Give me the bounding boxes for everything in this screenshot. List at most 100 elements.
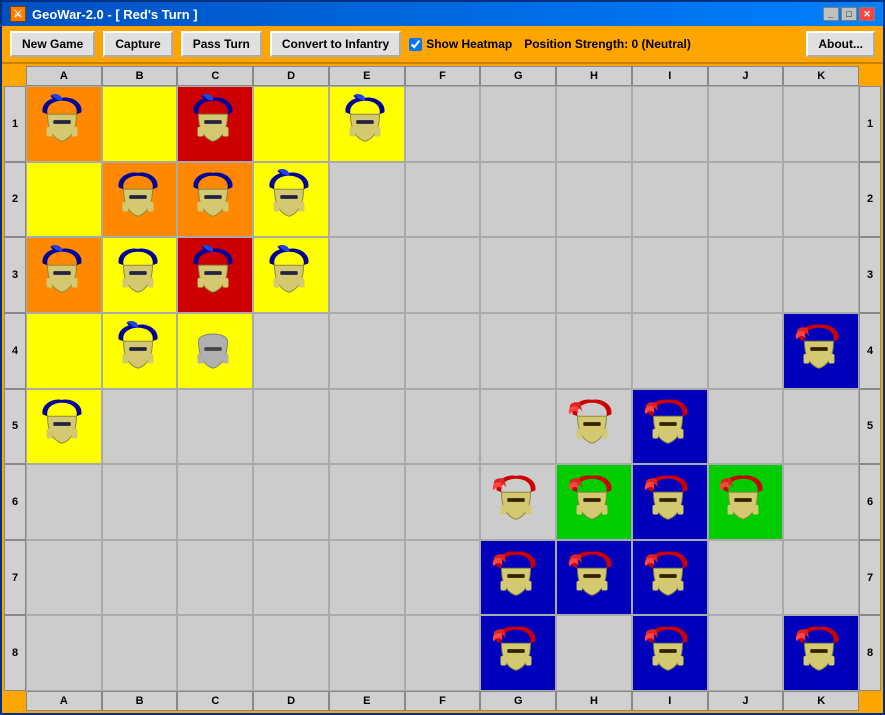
cell-C7[interactable]	[177, 540, 253, 616]
cell-C6[interactable]	[177, 464, 253, 540]
convert-infantry-button[interactable]: Convert to Infantry	[270, 31, 401, 57]
cell-G1[interactable]	[480, 86, 556, 162]
cell-K8[interactable]	[783, 615, 859, 691]
cell-E4[interactable]	[329, 313, 405, 389]
cell-H3[interactable]	[556, 237, 632, 313]
cell-H7[interactable]	[556, 540, 632, 616]
cell-I5[interactable]	[632, 389, 708, 465]
close-button[interactable]: ✕	[859, 7, 875, 21]
cell-E5[interactable]	[329, 389, 405, 465]
cell-I7[interactable]	[632, 540, 708, 616]
cell-D7[interactable]	[253, 540, 329, 616]
cell-F3[interactable]	[405, 237, 481, 313]
cell-C5[interactable]	[177, 389, 253, 465]
col-K-bot: K	[783, 691, 859, 711]
about-button[interactable]: About...	[806, 31, 875, 57]
cell-H1[interactable]	[556, 86, 632, 162]
cell-A2[interactable]	[26, 162, 102, 238]
cell-G2[interactable]	[480, 162, 556, 238]
cell-C8[interactable]	[177, 615, 253, 691]
show-heatmap-label[interactable]: Show Heatmap	[409, 37, 512, 51]
cell-G5[interactable]	[480, 389, 556, 465]
cell-A7[interactable]	[26, 540, 102, 616]
cell-B8[interactable]	[102, 615, 178, 691]
cell-K5[interactable]	[783, 389, 859, 465]
cell-J2[interactable]	[708, 162, 784, 238]
cell-J4[interactable]	[708, 313, 784, 389]
cell-B1[interactable]	[102, 86, 178, 162]
cell-D3[interactable]	[253, 237, 329, 313]
cell-A3[interactable]	[26, 237, 102, 313]
cell-K6[interactable]	[783, 464, 859, 540]
cell-B7[interactable]	[102, 540, 178, 616]
cell-E8[interactable]	[329, 615, 405, 691]
maximize-button[interactable]: □	[841, 7, 857, 21]
cell-A5[interactable]	[26, 389, 102, 465]
cell-I4[interactable]	[632, 313, 708, 389]
cell-G6[interactable]	[480, 464, 556, 540]
cell-A1[interactable]	[26, 86, 102, 162]
cell-G3[interactable]	[480, 237, 556, 313]
cell-J3[interactable]	[708, 237, 784, 313]
cell-A4[interactable]	[26, 313, 102, 389]
cell-E2[interactable]	[329, 162, 405, 238]
cell-F4[interactable]	[405, 313, 481, 389]
cell-B6[interactable]	[102, 464, 178, 540]
cell-D6[interactable]	[253, 464, 329, 540]
cell-F5[interactable]	[405, 389, 481, 465]
cell-D2[interactable]	[253, 162, 329, 238]
capture-button[interactable]: Capture	[103, 31, 172, 57]
cell-F2[interactable]	[405, 162, 481, 238]
cell-H4[interactable]	[556, 313, 632, 389]
cell-H2[interactable]	[556, 162, 632, 238]
cell-B4[interactable]	[102, 313, 178, 389]
cell-K1[interactable]	[783, 86, 859, 162]
cell-I3[interactable]	[632, 237, 708, 313]
cell-H6[interactable]	[556, 464, 632, 540]
cell-K3[interactable]	[783, 237, 859, 313]
cell-H5[interactable]	[556, 389, 632, 465]
helmet-svg-I7	[639, 547, 697, 605]
cell-K2[interactable]	[783, 162, 859, 238]
cell-I2[interactable]	[632, 162, 708, 238]
cell-D4[interactable]	[253, 313, 329, 389]
cell-H8[interactable]	[556, 615, 632, 691]
cell-C2[interactable]	[177, 162, 253, 238]
new-game-button[interactable]: New Game	[10, 31, 95, 57]
cell-C4[interactable]	[177, 313, 253, 389]
cell-G7[interactable]	[480, 540, 556, 616]
cell-A8[interactable]	[26, 615, 102, 691]
cell-K7[interactable]	[783, 540, 859, 616]
cell-C1[interactable]	[177, 86, 253, 162]
cell-I1[interactable]	[632, 86, 708, 162]
cell-J5[interactable]	[708, 389, 784, 465]
cell-K4[interactable]	[783, 313, 859, 389]
cell-E1[interactable]	[329, 86, 405, 162]
minimize-button[interactable]: _	[823, 7, 839, 21]
cell-B2[interactable]	[102, 162, 178, 238]
cell-I8[interactable]	[632, 615, 708, 691]
cell-I6[interactable]	[632, 464, 708, 540]
cell-J1[interactable]	[708, 86, 784, 162]
cell-J7[interactable]	[708, 540, 784, 616]
cell-F7[interactable]	[405, 540, 481, 616]
show-heatmap-checkbox[interactable]	[409, 38, 422, 51]
cell-E3[interactable]	[329, 237, 405, 313]
cell-F6[interactable]	[405, 464, 481, 540]
cell-A6[interactable]	[26, 464, 102, 540]
cell-C3[interactable]	[177, 237, 253, 313]
cell-G4[interactable]	[480, 313, 556, 389]
cell-D5[interactable]	[253, 389, 329, 465]
cell-D8[interactable]	[253, 615, 329, 691]
cell-J6[interactable]	[708, 464, 784, 540]
cell-D1[interactable]	[253, 86, 329, 162]
cell-B3[interactable]	[102, 237, 178, 313]
cell-F1[interactable]	[405, 86, 481, 162]
cell-B5[interactable]	[102, 389, 178, 465]
cell-E6[interactable]	[329, 464, 405, 540]
cell-J8[interactable]	[708, 615, 784, 691]
pass-turn-button[interactable]: Pass Turn	[181, 31, 262, 57]
cell-E7[interactable]	[329, 540, 405, 616]
cell-G8[interactable]	[480, 615, 556, 691]
cell-F8[interactable]	[405, 615, 481, 691]
